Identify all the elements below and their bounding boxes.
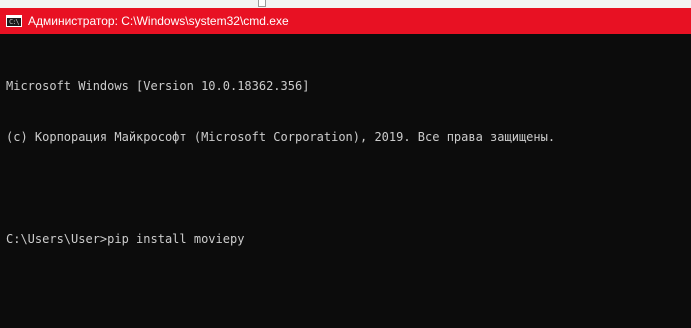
console-output[interactable]: Microsoft Windows [Version 10.0.18362.35… xyxy=(6,44,691,282)
cmd-icon-text: C:\ xyxy=(9,18,20,26)
background-window-edge xyxy=(0,0,691,8)
screen: C:\ Администратор: C:\Windows\system32\c… xyxy=(0,0,691,328)
console-line-version: Microsoft Windows [Version 10.0.18362.35… xyxy=(6,79,310,93)
window-title: Администратор: C:\Windows\system32\cmd.e… xyxy=(28,14,289,28)
cmd-icon[interactable]: C:\ xyxy=(6,15,22,27)
background-window-handle xyxy=(258,0,266,7)
command-prompt-line[interactable]: C:\Users\User>pip install moviepy xyxy=(6,231,691,248)
title-bar[interactable]: C:\ Администратор: C:\Windows\system32\c… xyxy=(0,8,691,34)
cmd-window[interactable]: C:\ Администратор: C:\Windows\system32\c… xyxy=(0,8,691,328)
console-line-copyright: (c) Корпорация Майкрософт (Microsoft Cor… xyxy=(6,130,556,144)
